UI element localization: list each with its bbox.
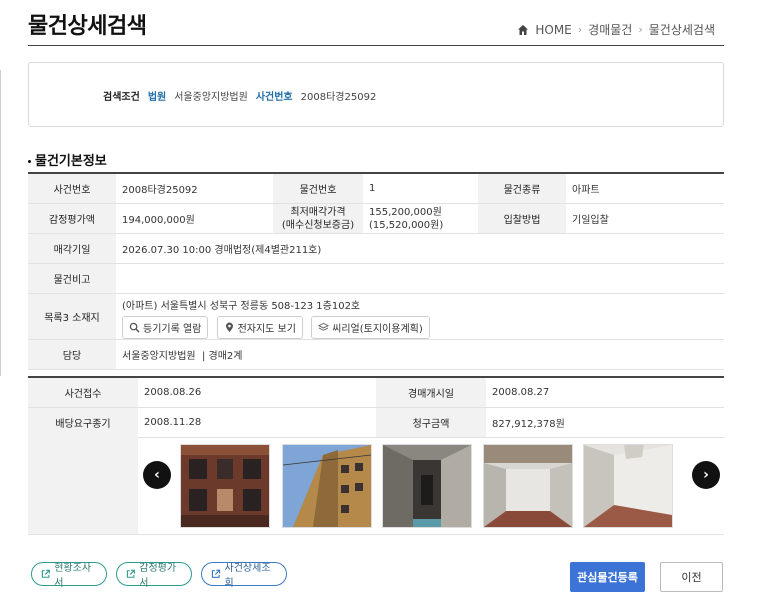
registry-view-label: 등기기록 열람 (143, 324, 202, 335)
sale-date-value: 2026.07.30 10:00 경매법정(제4별관211호) (116, 233, 724, 264)
breadcrumb-current: 물건상세검색 (648, 23, 715, 37)
property-photo-1[interactable] (180, 444, 270, 528)
table-row: 물건비고 (28, 263, 724, 294)
remarks-label: 물건비고 (28, 263, 116, 294)
title-divider (28, 45, 724, 46)
item-no-value: 1 (363, 173, 478, 204)
address-value: (아파트) 서울특별시 성북구 정릉동 508-123 1층102호 (122, 301, 361, 312)
status-report-button[interactable]: 현황조사서 (31, 562, 107, 589)
basic-info-table: 사건번호 2008타경25092 물건번호 1 물건종류 아파트 감정평가액 1… (28, 172, 724, 370)
left-divider (0, 70, 1, 376)
claim-amount-value: 827,912,378원 (486, 407, 724, 438)
case-detail-button[interactable]: 사건상세조회 (201, 562, 287, 589)
external-link-icon (126, 569, 135, 578)
property-photo-2[interactable] (282, 444, 372, 528)
gallery-prev-button[interactable]: ‹ (143, 461, 171, 489)
chevron-right-icon: › (638, 23, 643, 36)
bid-method-value: 기일입찰 (566, 203, 724, 234)
map-view-button[interactable]: 전자지도 보기 (216, 316, 303, 339)
layers-icon (318, 322, 330, 331)
auction-start-label: 경매개시일 (376, 377, 486, 408)
sale-date-label: 매각기일 (28, 233, 116, 264)
search-icon (129, 322, 140, 333)
min-price-label-line2: (매수신청보증금) (281, 219, 355, 231)
received-value: 2008.08.26 (138, 377, 376, 408)
court-value: 서울중앙지방법원 (174, 92, 248, 103)
appraisal-value: 194,000,000원 (116, 203, 273, 234)
breadcrumb: HOME › 경매물건 › 물건상세검색 (517, 21, 715, 38)
case-info-table: 사건접수 2008.08.26 경매개시일 2008.08.27 배당요구종기 … (28, 376, 724, 438)
chevron-right-icon: › (703, 467, 709, 483)
search-condition-label: 검색조건 (103, 92, 140, 103)
table-row: 사건번호 2008타경25092 물건번호 1 물건종류 아파트 (28, 173, 724, 204)
breadcrumb-home[interactable]: HOME (535, 23, 571, 37)
table-row: 배당요구종기 2008.11.28 청구금액 827,912,378원 (28, 407, 724, 438)
received-label: 사건접수 (28, 377, 138, 408)
case-number-label: 사건번호 (255, 92, 293, 103)
min-price-value: 155,200,000원 (15,520,000원) (363, 203, 478, 234)
registry-view-button[interactable]: 등기기록 열람 (122, 316, 209, 339)
appraisal-label: 감정평가액 (28, 203, 116, 234)
min-price-amount: 155,200,000원 (369, 206, 442, 218)
gallery-label-cell (28, 436, 138, 534)
deposit-amount: (15,520,000원) (369, 219, 444, 231)
bid-method-label: 입찰방법 (478, 203, 566, 234)
case-number-value: 2008타경25092 (300, 92, 377, 103)
table-row: 담당 서울중앙지방법원 | 경매2계 (28, 339, 724, 370)
table-row: 매각기일 2026.07.30 10:00 경매법정(제4별관211호) (28, 233, 724, 264)
map-pin-icon (225, 322, 233, 333)
breadcrumb-auction-items[interactable]: 경매물건 (588, 21, 632, 38)
address-label: 목록3 소재지 (28, 293, 116, 340)
property-photo-4[interactable] (483, 444, 573, 528)
min-price-label: 최저매각가격 (매수신청보증금) (273, 203, 363, 234)
section-title-text: 물건기본정보 (35, 154, 107, 169)
status-report-label: 현황조사서 (54, 563, 92, 589)
case-no-value: 2008타경25092 (116, 173, 273, 204)
gallery-next-button[interactable]: › (692, 461, 720, 489)
case-no-label: 사건번호 (28, 173, 116, 204)
search-condition-box: 검색조건 법원 서울중앙지방법원 사건번호 2008타경25092 (28, 62, 724, 127)
chevron-left-icon: ‹ (154, 467, 160, 483)
home-icon[interactable] (517, 24, 529, 36)
auction-start-value: 2008.08.27 (486, 377, 724, 408)
property-photo-5[interactable] (583, 444, 673, 528)
item-no-label: 물건번호 (273, 173, 363, 204)
claim-amount-label: 청구금액 (376, 407, 486, 438)
min-price-label-line1: 최저매각가격 (290, 206, 346, 218)
appraisal-report-button[interactable]: 감정평가서 (116, 562, 192, 589)
property-photo-3[interactable] (382, 444, 472, 528)
distribution-deadline-label: 배당요구종기 (28, 407, 138, 438)
external-link-icon (41, 569, 50, 578)
page-title: 물건상세검색 (28, 14, 147, 39)
seereal-button[interactable]: 씨리얼(토지이용계획) (311, 316, 430, 339)
table-row: 사건접수 2008.08.26 경매개시일 2008.08.27 (28, 377, 724, 408)
address-cell: (아파트) 서울특별시 성북구 정릉동 508-123 1층102호 등기기록 … (116, 293, 724, 340)
court-label: 법원 (147, 92, 167, 103)
register-interest-button[interactable]: 관심물건등록 (570, 562, 645, 592)
section-title-basic-info: 물건기본정보 (28, 150, 107, 169)
appraisal-report-label: 감정평가서 (139, 563, 177, 589)
case-detail-label: 사건상세조회 (224, 563, 271, 589)
charge-value: 서울중앙지방법원 | 경매2계 (116, 339, 724, 370)
table-row: 감정평가액 194,000,000원 최저매각가격 (매수신청보증금) 155,… (28, 203, 724, 234)
map-view-label: 전자지도 보기 (237, 324, 296, 335)
photo-gallery: ‹ › (28, 436, 724, 535)
item-type-label: 물건종류 (478, 173, 566, 204)
seereal-label: 씨리얼(토지이용계획) (332, 324, 423, 335)
remarks-value (116, 263, 724, 294)
table-row: 목록3 소재지 (아파트) 서울특별시 성북구 정릉동 508-123 1층10… (28, 293, 724, 340)
charge-label: 담당 (28, 339, 116, 370)
chevron-right-icon: › (577, 23, 583, 36)
bullet-icon (28, 160, 31, 163)
external-link-icon (211, 569, 221, 578)
item-type-value: 아파트 (566, 173, 724, 204)
back-button[interactable]: 이전 (660, 562, 723, 592)
distribution-deadline-value: 2008.11.28 (138, 407, 376, 438)
